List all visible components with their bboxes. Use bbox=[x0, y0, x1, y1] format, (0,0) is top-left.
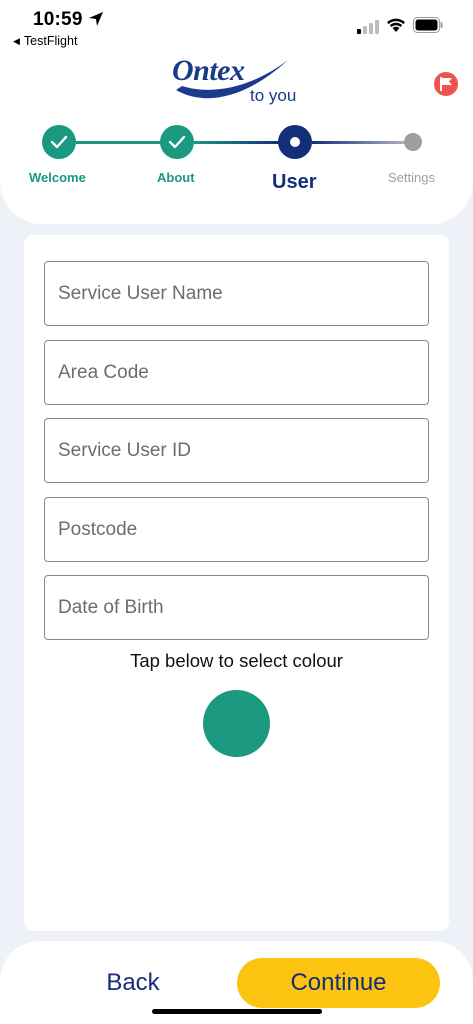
report-flag-button[interactable] bbox=[434, 72, 458, 96]
step-label-settings: Settings bbox=[388, 170, 435, 185]
status-time: 10:59 bbox=[33, 9, 83, 30]
service-user-name-field bbox=[44, 261, 429, 326]
continue-button[interactable]: Continue bbox=[237, 958, 440, 1008]
step-connector bbox=[312, 141, 406, 144]
status-bar: 10:59 ◀ TestFlight bbox=[0, 0, 473, 52]
step-label-about: About bbox=[157, 170, 195, 185]
user-form-card: Tap below to select colour bbox=[24, 235, 449, 931]
service-user-id-input[interactable] bbox=[58, 419, 418, 482]
step-connector bbox=[194, 141, 280, 144]
battery-icon bbox=[413, 17, 443, 33]
step-settings-indicator bbox=[404, 133, 422, 151]
cellular-signal-icon bbox=[357, 20, 379, 34]
area-code-input[interactable] bbox=[58, 341, 418, 404]
back-app-label: TestFlight bbox=[23, 34, 78, 48]
step-welcome-indicator bbox=[42, 125, 76, 159]
progress-stepper: Welcome About User Settings bbox=[0, 120, 473, 200]
postcode-field bbox=[44, 497, 429, 562]
service-user-name-input[interactable] bbox=[58, 262, 418, 325]
colour-picker-button[interactable] bbox=[203, 690, 270, 757]
wifi-icon bbox=[387, 18, 405, 32]
home-indicator bbox=[152, 1009, 322, 1014]
date-of-birth-field bbox=[44, 575, 429, 640]
service-user-id-field bbox=[44, 418, 429, 483]
date-of-birth-input[interactable] bbox=[58, 576, 418, 639]
location-arrow-icon bbox=[89, 12, 103, 26]
area-code-field bbox=[44, 340, 429, 405]
back-button[interactable]: Back bbox=[78, 963, 188, 1003]
logo-wordmark: Ontex bbox=[172, 54, 245, 87]
back-triangle-icon: ◀ bbox=[13, 36, 20, 46]
checkmark-icon bbox=[168, 135, 186, 149]
flag-icon bbox=[440, 77, 452, 91]
active-dot-icon bbox=[290, 137, 300, 147]
step-label-user: User bbox=[272, 171, 317, 193]
bottom-navigation-bar: Back Continue bbox=[0, 941, 473, 1024]
checkmark-icon bbox=[50, 135, 68, 149]
step-label-welcome: Welcome bbox=[29, 170, 86, 185]
logo-tagline: to you bbox=[250, 86, 297, 105]
postcode-input[interactable] bbox=[58, 498, 418, 561]
colour-prompt: Tap below to select colour bbox=[130, 650, 343, 671]
step-connector bbox=[76, 141, 162, 144]
step-user-indicator bbox=[278, 125, 312, 159]
step-about-indicator bbox=[160, 125, 194, 159]
back-to-app-link[interactable]: ◀ TestFlight bbox=[13, 34, 77, 48]
